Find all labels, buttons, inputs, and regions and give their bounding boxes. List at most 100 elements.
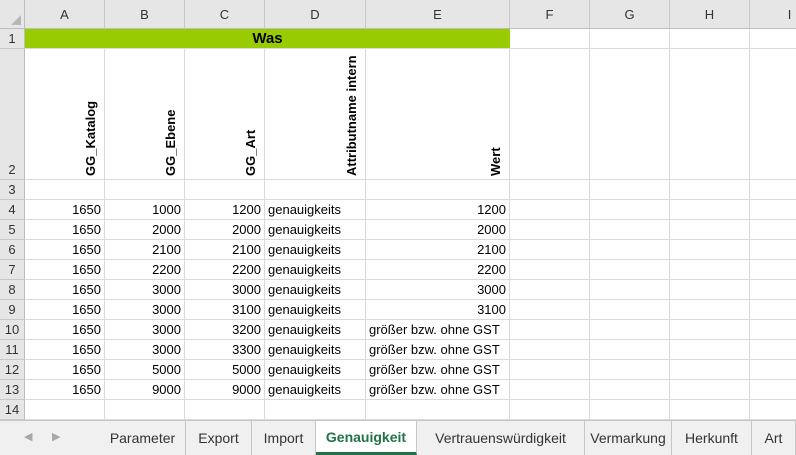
column-header-d[interactable]: D: [265, 0, 366, 29]
row-header-7[interactable]: 7: [0, 260, 25, 280]
data-cell[interactable]: 2200: [366, 260, 510, 280]
data-cell[interactable]: 1650: [25, 360, 105, 380]
data-cell[interactable]: größer bzw. ohne GST: [366, 320, 510, 340]
cell[interactable]: [670, 340, 750, 360]
cell[interactable]: [750, 220, 796, 240]
data-cell[interactable]: 9000: [105, 380, 185, 400]
data-cell[interactable]: 3000: [105, 280, 185, 300]
column-header-g[interactable]: G: [590, 0, 670, 29]
data-cell[interactable]: 1000: [105, 200, 185, 220]
row-header-3[interactable]: 3: [0, 180, 25, 200]
data-cell[interactable]: 3000: [105, 340, 185, 360]
data-cell[interactable]: 9000: [185, 380, 265, 400]
select-all-corner[interactable]: [0, 0, 25, 29]
data-cell[interactable]: 1650: [25, 280, 105, 300]
cell[interactable]: [510, 180, 590, 200]
row-header-10[interactable]: 10: [0, 320, 25, 340]
data-cell[interactable]: genauigkeits: [265, 340, 366, 360]
spreadsheet-grid[interactable]: A B C D E F G H I 1 2 3 4 5 6 7 8 9 10 11 12 13 14 1650 1000 1200…: [0, 0, 796, 420]
cell[interactable]: [590, 400, 670, 420]
cell[interactable]: [510, 220, 590, 240]
cell[interactable]: [510, 240, 590, 260]
column-header-e[interactable]: E: [366, 0, 510, 29]
cell[interactable]: [25, 180, 105, 200]
data-cell[interactable]: 5000: [185, 360, 265, 380]
title-cell-was[interactable]: Was: [25, 29, 510, 49]
data-cell[interactable]: genauigkeits: [265, 240, 366, 260]
data-cell[interactable]: 1200: [185, 200, 265, 220]
data-cell[interactable]: 3100: [185, 300, 265, 320]
sheet-tab-parameter[interactable]: Parameter: [100, 421, 186, 455]
cell[interactable]: [590, 29, 670, 49]
column-header-a[interactable]: A: [25, 0, 105, 29]
cell[interactable]: [510, 320, 590, 340]
cell[interactable]: [590, 180, 670, 200]
cell[interactable]: [590, 240, 670, 260]
cell[interactable]: [590, 200, 670, 220]
cell[interactable]: [366, 400, 510, 420]
cell[interactable]: [750, 180, 796, 200]
data-cell[interactable]: 2200: [185, 260, 265, 280]
cell[interactable]: [510, 300, 590, 320]
data-cell[interactable]: 3300: [185, 340, 265, 360]
data-cell[interactable]: 2100: [105, 240, 185, 260]
column-header-i[interactable]: I: [750, 0, 796, 29]
cell[interactable]: [510, 360, 590, 380]
row-header-2[interactable]: 2: [0, 49, 25, 180]
row-header-13[interactable]: 13: [0, 380, 25, 400]
data-cell[interactable]: 1650: [25, 220, 105, 240]
data-cell[interactable]: 3200: [185, 320, 265, 340]
data-cell[interactable]: genauigkeits: [265, 360, 366, 380]
sheet-tab-import[interactable]: Import: [252, 421, 316, 455]
cell[interactable]: [510, 280, 590, 300]
data-cell[interactable]: 3100: [366, 300, 510, 320]
cell[interactable]: [265, 400, 366, 420]
cell[interactable]: [670, 220, 750, 240]
cell[interactable]: [750, 300, 796, 320]
data-cell[interactable]: 2000: [105, 220, 185, 240]
data-cell[interactable]: genauigkeits: [265, 300, 366, 320]
cell[interactable]: [590, 260, 670, 280]
cell[interactable]: [590, 380, 670, 400]
sheet-tab-herkunft[interactable]: Herkunft: [672, 421, 752, 455]
cell[interactable]: [510, 49, 590, 180]
cell[interactable]: [750, 280, 796, 300]
column-header-c[interactable]: C: [185, 0, 265, 29]
cell[interactable]: [670, 200, 750, 220]
row-header-6[interactable]: 6: [0, 240, 25, 260]
cell[interactable]: [750, 29, 796, 49]
data-cell[interactable]: größer bzw. ohne GST: [366, 360, 510, 380]
row-header-1[interactable]: 1: [0, 29, 25, 49]
data-cell[interactable]: 1650: [25, 380, 105, 400]
cell[interactable]: [590, 320, 670, 340]
scroll-right-icon[interactable]: ▶: [52, 430, 60, 443]
data-cell[interactable]: 2200: [105, 260, 185, 280]
data-cell[interactable]: 3000: [105, 320, 185, 340]
data-cell[interactable]: 1650: [25, 200, 105, 220]
cell[interactable]: [590, 340, 670, 360]
cell[interactable]: [670, 260, 750, 280]
cell[interactable]: [670, 380, 750, 400]
cell[interactable]: [670, 180, 750, 200]
cell[interactable]: [366, 180, 510, 200]
data-cell[interactable]: genauigkeits: [265, 200, 366, 220]
cell[interactable]: [670, 320, 750, 340]
cell[interactable]: [510, 260, 590, 280]
data-cell[interactable]: genauigkeits: [265, 320, 366, 340]
sheet-tab-art[interactable]: Art: [752, 421, 796, 455]
cell[interactable]: [185, 400, 265, 420]
cell[interactable]: [750, 360, 796, 380]
cell[interactable]: [750, 340, 796, 360]
cell[interactable]: [750, 200, 796, 220]
row-header-4[interactable]: 4: [0, 200, 25, 220]
data-cell[interactable]: 1650: [25, 240, 105, 260]
data-cell[interactable]: 1650: [25, 340, 105, 360]
cell[interactable]: [25, 400, 105, 420]
data-cell[interactable]: 5000: [105, 360, 185, 380]
cell[interactable]: [105, 180, 185, 200]
data-cell[interactable]: 1650: [25, 260, 105, 280]
cell[interactable]: [510, 380, 590, 400]
cell[interactable]: [670, 29, 750, 49]
cell[interactable]: [590, 280, 670, 300]
cell[interactable]: [510, 340, 590, 360]
